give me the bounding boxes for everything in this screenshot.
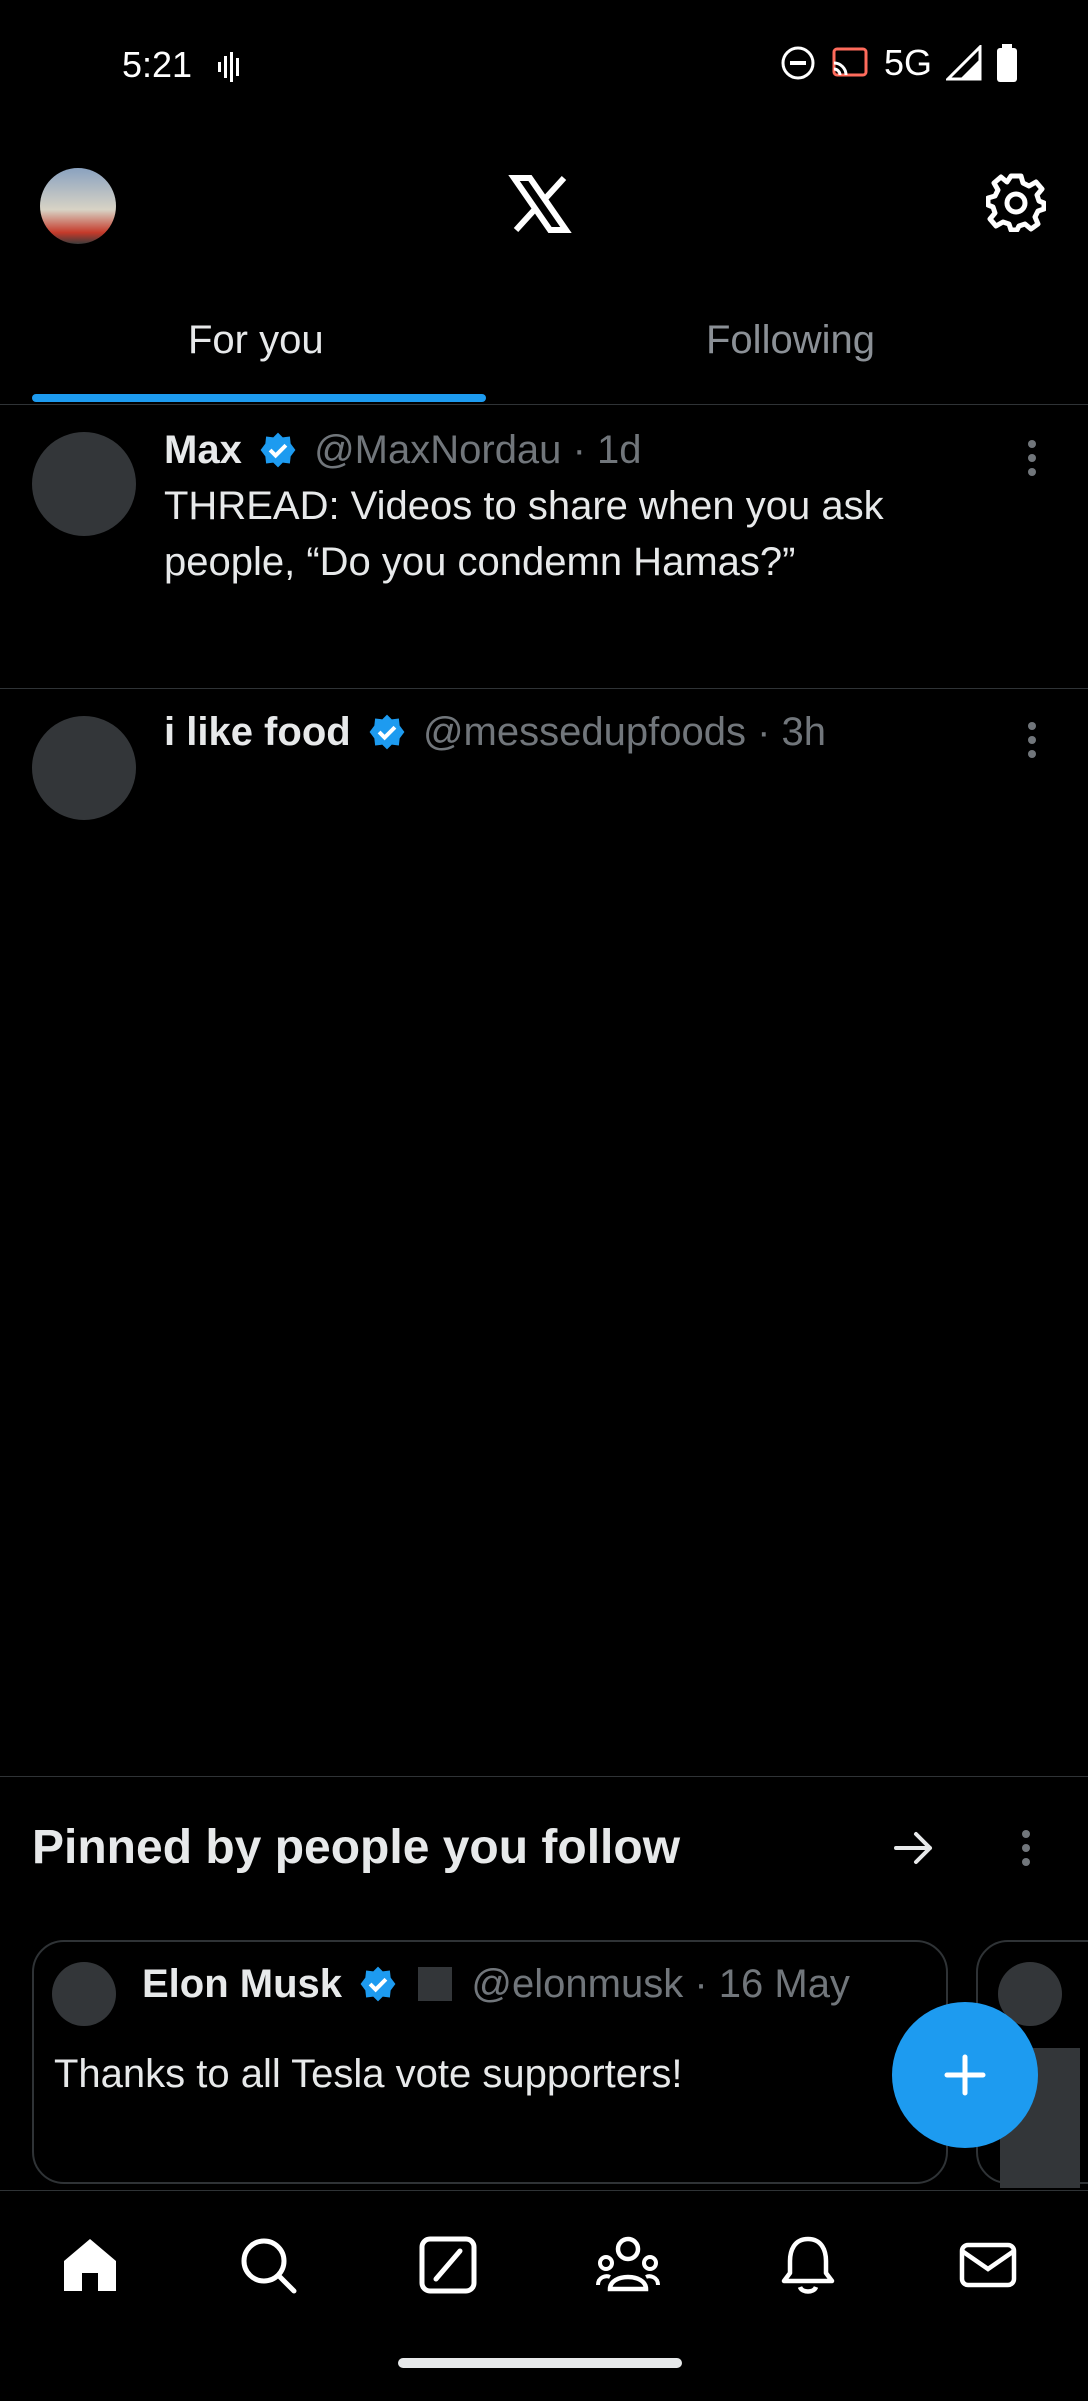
pinned-card-author-name[interactable]: Elon Musk	[142, 1962, 342, 2006]
verified-badge-icon	[360, 1966, 396, 2002]
more-options-icon[interactable]	[1028, 434, 1038, 482]
post-time: · 3h	[757, 710, 827, 754]
more-options-icon[interactable]	[1028, 716, 1038, 764]
communities-icon[interactable]	[596, 2233, 660, 2297]
pinned-card-handle[interactable]: @elonmusk	[471, 1962, 683, 2006]
pinned-card-avatar[interactable]	[52, 1962, 116, 2026]
post-author-name[interactable]: i like food	[164, 710, 351, 754]
signal-wave-icon	[218, 52, 239, 82]
gear-icon[interactable]	[986, 172, 1046, 232]
post-author-name[interactable]: Max	[164, 428, 242, 472]
post-time: · 1d	[572, 428, 642, 472]
pinned-title: Pinned by people you follow	[32, 1821, 681, 1874]
notifications-icon[interactable]	[776, 2233, 840, 2297]
more-options-icon[interactable]	[1022, 1824, 1032, 1872]
home-icon[interactable]	[58, 2233, 122, 2297]
tab-following[interactable]: Following	[706, 318, 875, 363]
post-avatar[interactable]	[32, 432, 136, 536]
post-text: THREAD: Videos to share when you ask peo…	[164, 484, 884, 584]
arrow-right-icon[interactable]	[892, 1826, 936, 1870]
post-author-handle[interactable]: @messedupfoods	[423, 710, 746, 754]
dnd-icon	[781, 46, 815, 80]
pinned-card-header: Elon Musk @elonmusk · 16 May	[142, 1962, 850, 2007]
post-avatar[interactable]	[32, 716, 136, 820]
compose-plus-icon	[944, 2054, 986, 2096]
post-header: i like food @messedupfoods · 3h	[164, 710, 826, 755]
profile-avatar[interactable]	[40, 168, 116, 244]
timeline-tabs: For you Following	[0, 300, 1088, 405]
compose-button[interactable]	[892, 2002, 1038, 2148]
tab-for-you[interactable]: For you	[188, 318, 324, 363]
x-logo[interactable]	[508, 172, 572, 236]
verified-badge-icon	[369, 714, 405, 750]
pinned-section	[0, 1776, 1088, 1777]
search-icon[interactable]	[236, 2233, 300, 2297]
pinned-card-text: Thanks to all Tesla vote supporters!	[54, 2052, 683, 2096]
post-author-handle[interactable]: @MaxNordau	[314, 428, 561, 472]
pinned-card-time: · 16 May	[694, 1962, 850, 2006]
messages-icon[interactable]	[956, 2233, 1020, 2297]
post-item[interactable]: i like food @messedupfoods · 3h	[0, 688, 1088, 1776]
status-time: 5:21	[122, 44, 193, 85]
grok-icon[interactable]	[416, 2233, 480, 2297]
network-label: 5G	[883, 42, 932, 83]
affiliation-badge-icon	[418, 1967, 453, 2001]
verified-badge-icon	[260, 432, 296, 468]
tab-selected-indicator	[32, 394, 486, 402]
bottom-navigation	[0, 2190, 1088, 2401]
cast-icon	[832, 47, 868, 77]
battery-icon	[997, 44, 1017, 82]
cell-signal-icon	[946, 45, 982, 81]
post-header: Max @MaxNordau · 1d	[164, 428, 642, 473]
status-icons: 5G	[780, 42, 1018, 84]
gesture-home-indicator[interactable]	[398, 2358, 682, 2368]
post-item[interactable]: Max @MaxNordau · 1d THREAD: Videos to sh…	[0, 404, 1088, 689]
